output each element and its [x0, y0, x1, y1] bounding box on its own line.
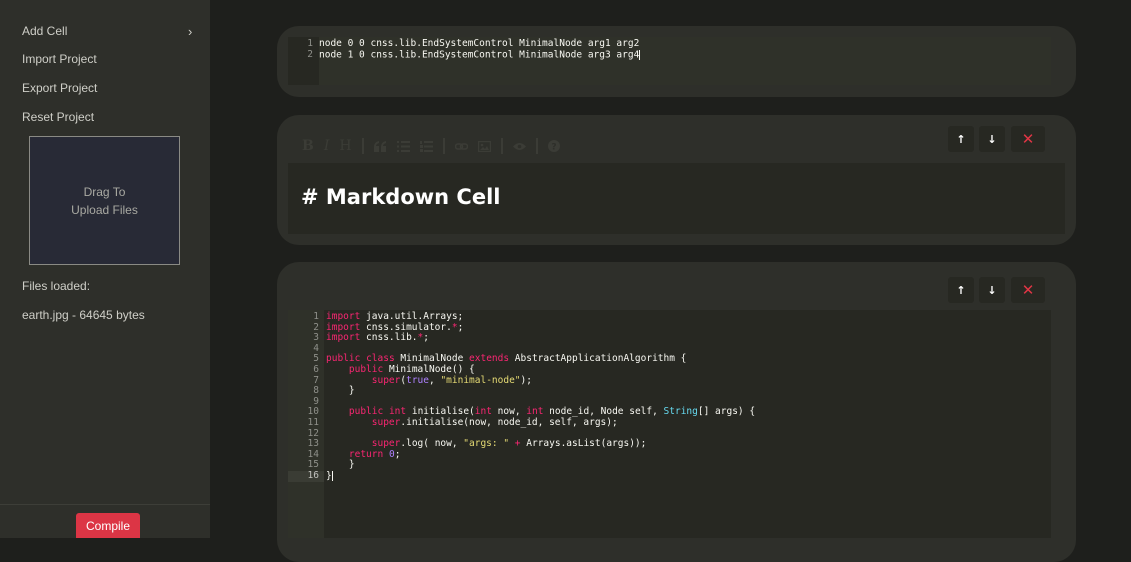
italic-icon[interactable]: I: [324, 138, 330, 154]
loaded-file-item: earth.jpg - 64645 bytes: [22, 308, 145, 322]
code-line: node 1 0 cnss.lib.EndSystemControl Minim…: [319, 49, 1051, 61]
delete-cell-button[interactable]: ✕: [1011, 126, 1045, 152]
code-line: public MinimalNode() {: [348, 363, 475, 375]
code-line: import cnss.lib.*;: [326, 332, 429, 344]
unordered-list-icon[interactable]: [396, 140, 410, 152]
line-number: 11: [307, 416, 319, 428]
markdown-editor[interactable]: # Markdown Cell: [288, 163, 1065, 234]
java-code-editor[interactable]: 1 2 3 4 5 6 7 8 9 10 11 12 13 14 15 16 i…: [288, 310, 1051, 538]
chevron-right-icon[interactable]: ›: [188, 24, 192, 39]
toolbar-separator: [535, 138, 538, 154]
move-up-button[interactable]: ↑: [948, 126, 974, 152]
code-line: node 0 0 cnss.lib.EndSystemControl Minim…: [319, 38, 640, 49]
code-line: }: [326, 385, 355, 397]
java-code[interactable]: import java.util.Arrays; import cnss.sim…: [326, 310, 1051, 482]
toolbar-separator: [442, 138, 445, 154]
code-line: import java.util.Arrays;: [326, 311, 464, 322]
bold-icon[interactable]: B: [302, 138, 314, 154]
image-icon[interactable]: [477, 140, 491, 152]
line-number: 2: [307, 48, 313, 60]
line-number: 1: [313, 311, 319, 322]
line-gutter: 1 2 3 4 5 6 7 8 9 10 11 12 13 14 15 16: [288, 310, 324, 538]
dropzone-line-2: Upload Files: [71, 202, 138, 217]
sidebar-divider: [0, 504, 210, 505]
topology-editor[interactable]: 1 2 node 0 0 cnss.lib.EndSystemControl M…: [288, 37, 1051, 85]
line-number: 1: [307, 38, 313, 49]
code-line: super.log( now, "args: " + Arrays.asList…: [371, 438, 647, 450]
markdown-toolbar: B I H ?: [302, 137, 570, 155]
code-line: import cnss.simulator.*;: [326, 321, 464, 333]
line-number-active: 16: [288, 470, 324, 482]
toolbar-separator: [500, 138, 503, 154]
preview-icon[interactable]: [512, 142, 526, 151]
code-line: }: [326, 470, 333, 482]
move-up-button[interactable]: ↑: [948, 277, 974, 303]
code-line: }: [326, 459, 355, 471]
add-cell-menu[interactable]: Add Cell: [22, 24, 67, 38]
file-upload-dropzone[interactable]: Drag To Upload Files: [29, 136, 180, 265]
heading-icon[interactable]: H: [339, 138, 351, 154]
guide-icon[interactable]: ?: [547, 140, 560, 153]
move-down-button[interactable]: ↓: [979, 277, 1005, 303]
move-down-button[interactable]: ↓: [979, 126, 1005, 152]
code-line: super.initialise(now, node_id, self, arg…: [371, 416, 618, 428]
topology-code[interactable]: node 0 0 cnss.lib.EndSystemControl Minim…: [319, 37, 1051, 85]
code-line: return 0;: [348, 448, 401, 460]
compile-button[interactable]: Compile: [76, 513, 140, 538]
code-line-text: node 1 0 cnss.lib.EndSystemControl Minim…: [319, 49, 640, 61]
svg-text:?: ?: [551, 143, 556, 153]
files-loaded-label: Files loaded:: [22, 279, 91, 293]
import-project-button[interactable]: Import Project: [22, 52, 97, 66]
text-cursor: [639, 49, 641, 60]
dropzone-line-1: Drag To: [83, 184, 126, 199]
text-cursor: [331, 470, 333, 481]
reset-project-button[interactable]: Reset Project: [22, 110, 94, 124]
code-line: super(true, "minimal-node");: [371, 374, 532, 386]
delete-cell-button[interactable]: ✕: [1011, 277, 1045, 303]
ordered-list-icon[interactable]: [419, 140, 433, 152]
line-number: 6: [313, 363, 319, 375]
toolbar-separator: [361, 138, 364, 154]
line-gutter: 1 2: [288, 37, 318, 85]
link-icon[interactable]: [454, 141, 468, 152]
export-project-button[interactable]: Export Project: [22, 81, 97, 95]
markdown-content: # Markdown Cell: [301, 185, 501, 209]
quote-icon[interactable]: [373, 140, 387, 152]
sidebar: Add Cell › Import Project Export Project…: [0, 0, 210, 538]
